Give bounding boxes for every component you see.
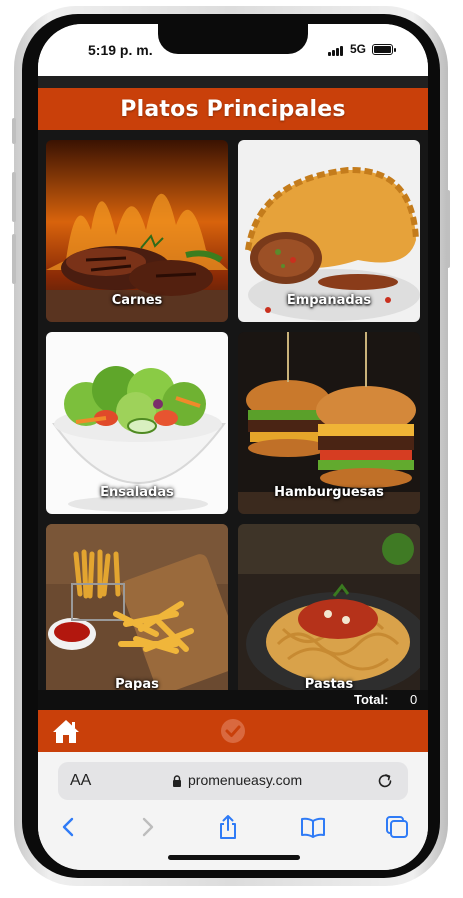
category-card-carnes[interactable]: Carnes: [46, 140, 228, 322]
volume-down-button: [12, 234, 16, 284]
home-icon: [53, 720, 79, 743]
address-bar[interactable]: AA promenueasy.com: [58, 762, 408, 800]
category-card-pastas[interactable]: Pastas: [238, 524, 420, 706]
volume-up-button: [12, 172, 16, 222]
page-title: Platos Principales: [120, 96, 346, 122]
dynamic-island: [158, 24, 308, 54]
url-text: promenueasy.com: [188, 772, 303, 788]
category-label: Carnes: [111, 293, 163, 308]
screen: 5:19 p. m. 5G Platos Principales Carnes …: [38, 24, 428, 870]
confirm-order-button[interactable]: [221, 719, 245, 743]
power-button: [446, 190, 450, 268]
tabs-icon[interactable]: [384, 814, 410, 840]
total-value: 0: [410, 692, 418, 707]
category-label: Empanadas: [286, 293, 372, 308]
total-bar: Total: 0: [38, 690, 428, 710]
network-type: 5G: [350, 42, 367, 56]
book-icon[interactable]: [300, 814, 326, 840]
silent-switch: [12, 118, 16, 144]
category-label: Hamburguesas: [274, 485, 384, 500]
browser-nav: [38, 810, 428, 844]
reload-icon[interactable]: [376, 772, 394, 790]
total-label: Total:: [354, 692, 389, 707]
chevron-left-icon[interactable]: [56, 814, 82, 840]
share-icon[interactable]: [215, 814, 241, 840]
title-bar: Platos Principales: [38, 88, 428, 130]
browser-toolbar: AA promenueasy.com: [38, 752, 428, 870]
signal-icon: [328, 45, 346, 56]
category-label: Ensaladas: [100, 485, 174, 500]
category-card-ensaladas[interactable]: Ensaladas: [46, 332, 228, 514]
lock-icon: [173, 775, 181, 787]
home-button[interactable]: [52, 718, 80, 744]
check-icon: [225, 725, 241, 737]
home-indicator: [168, 855, 300, 860]
app-content: Platos Principales Carnes Empanadas Ensa…: [38, 76, 428, 710]
top-strip: [38, 76, 428, 88]
battery-icon: [372, 44, 396, 55]
status-bar: 5:19 p. m. 5G: [38, 24, 428, 76]
category-card-papas[interactable]: Papas: [46, 524, 228, 706]
category-card-hamburguesas[interactable]: Hamburguesas: [238, 332, 420, 514]
status-time: 5:19 p. m.: [88, 42, 153, 58]
text-size-button[interactable]: AA: [70, 772, 91, 790]
chevron-right-icon[interactable]: [134, 814, 160, 840]
bottom-toolbar: [38, 710, 428, 752]
category-card-empanadas[interactable]: Empanadas: [238, 140, 420, 322]
